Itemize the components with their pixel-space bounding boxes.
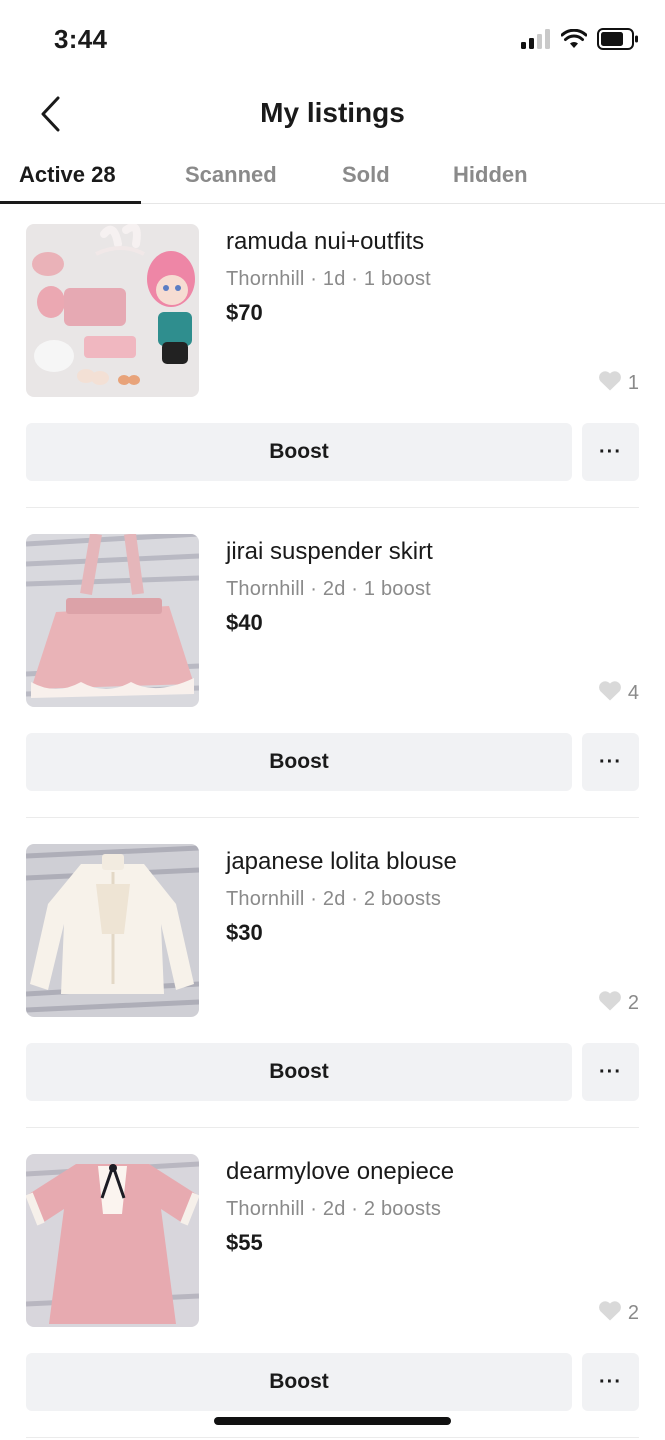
listing-title[interactable]: dearmylove onepiece: [226, 1158, 454, 1186]
more-icon: ···: [599, 440, 622, 463]
listing-meta: Thornhill · 1d · 1 boost: [226, 268, 431, 290]
listing-thumbnail[interactable]: [26, 534, 199, 707]
boost-button[interactable]: Boost: [26, 1043, 572, 1101]
tab-active[interactable]: Active 28: [19, 162, 116, 188]
listing-item: japanese lolita blouse Thornhill · 2d · …: [0, 844, 665, 1154]
listing-item: ramuda nui+outfits Thornhill · 1d · 1 bo…: [0, 224, 665, 534]
listing-title[interactable]: ramuda nui+outfits: [226, 228, 424, 256]
listing-meta: Thornhill · 2d · 2 boosts: [226, 1198, 442, 1220]
listing-price: $55: [226, 1230, 263, 1255]
more-options-button[interactable]: ···: [582, 733, 639, 791]
nav-bar: My listings: [0, 80, 665, 150]
home-indicator[interactable]: [214, 1417, 451, 1425]
listing-item: jirai suspender skirt Thornhill · 2d · 1…: [0, 534, 665, 844]
heart-icon: [598, 370, 622, 397]
more-options-button[interactable]: ···: [582, 1043, 639, 1101]
likes-count: 1: [627, 372, 639, 394]
listing-title[interactable]: jirai suspender skirt: [226, 538, 433, 566]
divider: [26, 817, 639, 818]
listing-price: $70: [226, 300, 263, 325]
status-icons: [521, 27, 639, 55]
more-icon: ···: [599, 750, 622, 773]
boost-button[interactable]: Boost: [26, 1353, 572, 1411]
signal-icon: [521, 28, 551, 54]
listing-thumbnail[interactable]: [26, 224, 199, 397]
likes-counter[interactable]: 4: [598, 680, 639, 707]
tab-hidden[interactable]: Hidden: [453, 162, 528, 188]
status-time: 3:44: [54, 24, 108, 54]
listing-item: dearmylove onepiece Thornhill · 2d · 2 b…: [0, 1154, 665, 1440]
listing-title[interactable]: japanese lolita blouse: [226, 848, 457, 876]
heart-icon: [598, 990, 622, 1017]
boost-button[interactable]: Boost: [26, 423, 572, 481]
heart-icon: [598, 1300, 622, 1327]
boost-button[interactable]: Boost: [26, 733, 572, 791]
more-options-button[interactable]: ···: [582, 1353, 639, 1411]
listing-meta: Thornhill · 2d · 1 boost: [226, 578, 431, 600]
tab-scanned[interactable]: Scanned: [185, 162, 277, 188]
likes-count: 2: [627, 992, 639, 1014]
listing-thumbnail[interactable]: [26, 1154, 199, 1327]
listing-thumbnail[interactable]: [26, 844, 199, 1017]
status-bar: 3:44: [0, 0, 665, 80]
divider: [26, 507, 639, 508]
tab-sold[interactable]: Sold: [342, 162, 390, 188]
listing-meta: Thornhill · 2d · 2 boosts: [226, 888, 442, 910]
heart-icon: [598, 680, 622, 707]
listing-price: $40: [226, 610, 263, 635]
likes-count: 2: [627, 1302, 639, 1324]
tab-underline: [0, 201, 141, 204]
likes-counter[interactable]: 2: [598, 1300, 639, 1327]
wifi-icon: [560, 28, 588, 54]
tab-bar: Active 28 Scanned Sold Hidden: [0, 150, 665, 204]
divider: [26, 1127, 639, 1128]
more-icon: ···: [599, 1060, 622, 1083]
likes-counter[interactable]: 1: [598, 370, 639, 397]
page-title: My listings: [260, 97, 405, 128]
listing-price: $30: [226, 920, 263, 945]
more-icon: ···: [599, 1370, 622, 1393]
likes-count: 4: [627, 682, 639, 704]
battery-icon: [597, 27, 639, 55]
divider: [26, 1437, 639, 1438]
more-options-button[interactable]: ···: [582, 423, 639, 481]
likes-counter[interactable]: 2: [598, 990, 639, 1017]
